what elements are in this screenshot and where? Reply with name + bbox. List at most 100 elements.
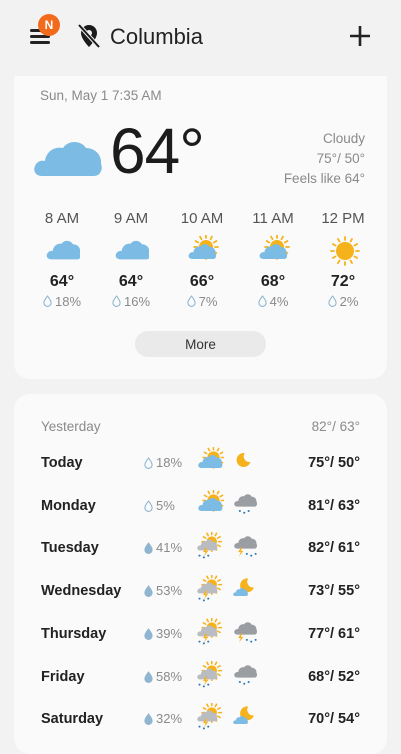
hour-precip: 4% xyxy=(241,294,305,309)
current-temperature: 64° xyxy=(110,115,205,187)
cloud-thunder-icon xyxy=(234,622,258,643)
moon-cloud-icon xyxy=(233,706,254,725)
hour-time: 12 PM xyxy=(321,210,365,227)
day-precip: 53% xyxy=(156,583,183,599)
night-icon xyxy=(232,575,260,603)
hourly-item: 9 AM 64° 16% xyxy=(99,210,163,309)
hour-time: 10 AM xyxy=(180,210,224,227)
day-high-low: 82°/ 61° xyxy=(308,540,360,557)
top-bar: N Columbia xyxy=(0,0,401,72)
partly-sunny-icon xyxy=(188,234,219,260)
hour-temp: 64° xyxy=(118,273,144,290)
current-weather-card[interactable]: Sun, May 1 7:35 AM 64° Cloudy 75°/ 50° F… xyxy=(14,76,387,379)
day-icon xyxy=(196,659,224,689)
current-details: Cloudy 75°/ 50° Feels like 64° xyxy=(284,129,365,189)
raindrop-icon xyxy=(144,499,153,512)
hour-icon xyxy=(255,234,291,267)
raindrop-icon xyxy=(257,295,267,307)
sun-thunder-icon xyxy=(197,617,223,645)
hour-time: 8 AM xyxy=(44,210,80,227)
day-icon xyxy=(196,617,224,646)
daily-row[interactable]: Thursday 39% 77°/ 61° xyxy=(14,615,387,653)
add-location-button[interactable] xyxy=(346,22,374,50)
date-time: Sun, May 1 7:35 AM xyxy=(40,88,162,103)
hourly-item: 8 AM 64° 18% xyxy=(30,210,94,309)
hour-precip-value: 16% xyxy=(123,294,151,309)
day-icon xyxy=(196,702,224,731)
raindrop-icon xyxy=(144,713,153,726)
night-icon xyxy=(232,490,260,518)
hour-precip: 18% xyxy=(30,294,94,309)
more-button[interactable]: More xyxy=(135,331,266,357)
sun-thunder-icon xyxy=(197,574,223,602)
day-precip: 39% xyxy=(156,625,183,641)
day-precip: 41% xyxy=(156,540,183,556)
day-precip: 5% xyxy=(156,497,175,513)
day-icon xyxy=(196,446,225,475)
day-icon xyxy=(196,574,224,603)
cloud-rain-icon xyxy=(234,493,258,514)
hour-time: 11 AM xyxy=(252,210,294,227)
location-off-icon xyxy=(77,23,101,49)
partly-sunny-icon xyxy=(198,488,225,512)
hour-icon xyxy=(113,235,151,267)
hourly-item: 12 PM 72° 2% xyxy=(311,210,375,309)
raindrop-icon xyxy=(327,295,337,307)
moon-icon xyxy=(236,453,251,468)
city-name[interactable]: Columbia xyxy=(110,24,203,50)
raindrop-icon xyxy=(112,295,121,307)
hour-precip-value: 7% xyxy=(198,294,218,309)
raindrop-icon xyxy=(43,295,52,307)
daily-row[interactable]: Monday 5% 81°/ 63° xyxy=(14,487,387,525)
cloudy-icon xyxy=(46,240,82,260)
day-precip: 32% xyxy=(156,711,183,727)
hour-precip-value: 18% xyxy=(54,294,82,309)
day-precip: 18% xyxy=(156,455,183,470)
hour-precip: 7% xyxy=(170,294,234,309)
cloudy-icon xyxy=(34,142,102,176)
hour-temp: 64° xyxy=(49,273,75,290)
night-icon xyxy=(232,703,260,731)
hour-precip-value: 4% xyxy=(269,294,289,309)
sun-thunder-icon xyxy=(197,531,223,559)
day-name: Monday xyxy=(41,497,96,514)
night-icon xyxy=(232,618,260,646)
partly-sunny-icon xyxy=(259,234,290,260)
day-high-low: 77°/ 61° xyxy=(308,625,360,642)
day-name: Saturday xyxy=(41,711,104,728)
hour-temp: 72° xyxy=(330,273,356,290)
raindrop-icon xyxy=(144,457,153,469)
night-icon xyxy=(232,661,260,689)
yesterday-label: Yesterday xyxy=(41,419,101,434)
daily-row[interactable]: Today 18% 75°/ 50° xyxy=(14,444,387,482)
day-name: Thursday xyxy=(41,625,107,642)
high-low-text: 75°/ 50° xyxy=(316,151,365,166)
feels-like-text: Feels like 64° xyxy=(283,171,365,186)
day-name: Wednesday xyxy=(41,583,122,600)
raindrop-icon xyxy=(144,670,153,683)
daily-row[interactable]: Friday 58% 68°/ 52° xyxy=(14,658,387,696)
hourly-item: 11 AM 68° 4% xyxy=(241,210,305,309)
menu-icon-bar xyxy=(30,41,50,44)
hourly-item: 10 AM 66° 7% xyxy=(170,210,234,309)
sunny-icon xyxy=(330,236,360,266)
hour-time: 9 AM xyxy=(113,210,149,227)
day-high-low: 73°/ 55° xyxy=(308,583,360,600)
day-high-low: 68°/ 52° xyxy=(308,668,360,685)
daily-row[interactable]: Wednesday 53% 73°/ 55° xyxy=(14,572,387,610)
raindrop-icon xyxy=(144,585,153,598)
daily-row[interactable]: Tuesday 41% 82°/ 61° xyxy=(14,529,387,567)
daily-forecast-card: Yesterday 82°/ 63° Today 18% 75°/ 50° Monda… xyxy=(14,394,387,754)
hour-precip: 16% xyxy=(99,294,163,309)
day-high-low: 70°/ 54° xyxy=(308,711,360,728)
day-precip: 58% xyxy=(156,668,183,684)
night-icon xyxy=(232,532,260,560)
day-high-low: 81°/ 63° xyxy=(308,497,360,514)
day-name: Friday xyxy=(41,668,85,685)
daily-row[interactable]: Saturday 32% 70°/ 54° xyxy=(14,700,387,738)
raindrop-icon xyxy=(144,627,153,640)
hour-temp: 68° xyxy=(260,273,286,290)
hour-precip-value: 2% xyxy=(339,294,359,309)
day-name: Today xyxy=(41,455,83,471)
night-icon xyxy=(232,447,260,475)
